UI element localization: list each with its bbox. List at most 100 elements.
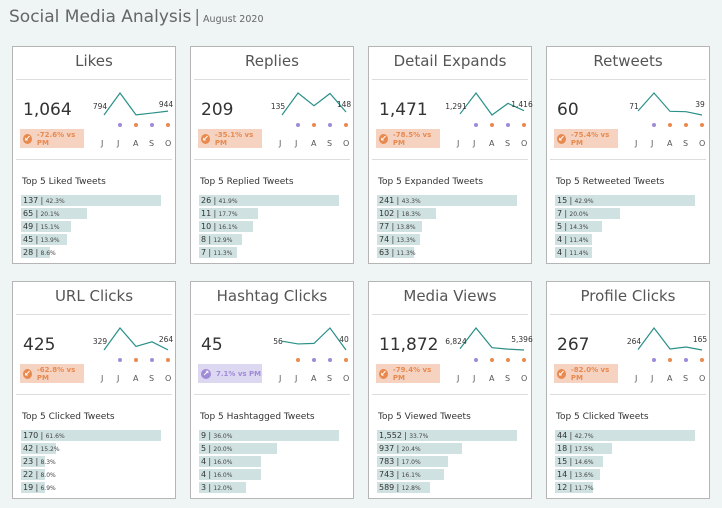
arrow-down-left-icon: ↙ <box>379 133 388 144</box>
tweet-count: 28 <box>23 248 34 257</box>
sparkline-last-label: 148 <box>337 100 352 109</box>
top-tweet-bar[interactable]: 9 | 36.0% <box>199 430 339 441</box>
arrow-up-right-icon: ↗ <box>201 368 211 379</box>
kpi-value: 60 <box>557 100 579 120</box>
month-status-dot <box>166 358 170 362</box>
divider <box>550 394 706 395</box>
top-tweet-bar[interactable]: 74 | 13.3% <box>377 234 420 245</box>
month-label: S <box>505 139 511 148</box>
top-tweet-bar[interactable]: 7 | 20.0% <box>555 208 621 219</box>
tweet-count: 1,552 <box>379 431 402 440</box>
month-status-dot <box>328 358 332 362</box>
month-label: O <box>165 374 172 383</box>
change-text: -75.4% vs PM <box>570 130 610 147</box>
month-label: J <box>457 139 460 148</box>
tweet-count: 102 <box>379 209 395 218</box>
month-label: O <box>521 139 528 148</box>
change-text: -35.1% vs PM <box>214 130 254 147</box>
top-tweet-bar[interactable]: 4 | 16.0% <box>199 456 262 467</box>
top-tweet-bar[interactable]: 3 | 12.0% <box>199 482 246 493</box>
month-label: A <box>133 374 139 383</box>
divider <box>550 159 706 160</box>
top-tweet-bar[interactable]: 241 | 43.3% <box>377 195 517 206</box>
top-tweet-bar[interactable]: 19 | 6.9% <box>21 482 56 493</box>
divider <box>194 394 350 395</box>
tweet-percent: 11.4% <box>569 250 589 257</box>
card-title: Hashtag Clicks <box>216 287 328 305</box>
top-tweet-bar[interactable]: 14 | 13.6% <box>555 469 600 480</box>
page-subtitle: August 2020 <box>203 14 264 25</box>
kpi-value: 425 <box>23 335 56 355</box>
month-status-dot <box>490 358 494 362</box>
top-tweet-bar[interactable]: 65 | 20.1% <box>21 208 88 219</box>
tweet-count: 14 <box>557 470 568 479</box>
change-badge: ↙ -78.5% vs PM <box>376 129 440 148</box>
top-tweet-bar[interactable]: 42 | 15.2% <box>21 443 60 454</box>
tweet-percent: 15.1% <box>40 224 60 231</box>
top-tweet-bar[interactable]: 4 | 11.4% <box>555 247 593 258</box>
top-tweet-bar[interactable]: 7 | 11.3% <box>199 247 237 258</box>
top-tweet-bar[interactable]: 44 | 42.7% <box>555 430 695 441</box>
top-tweet-bar[interactable]: 15 | 42.9% <box>555 195 695 206</box>
top-tweet-bar[interactable]: 45 | 13.9% <box>21 234 67 245</box>
month-status-dot <box>344 123 348 127</box>
top-tweet-bar[interactable]: 63 | 11.3% <box>377 247 416 258</box>
tweet-count: 45 <box>23 235 34 244</box>
top-tweet-bar[interactable]: 5 | 14.3% <box>555 221 602 232</box>
bar-separator: | <box>394 457 402 466</box>
month-status-dot <box>668 123 672 127</box>
top-tweet-bar[interactable]: 137 | 42.3% <box>21 195 161 206</box>
month-status-dot <box>652 358 656 362</box>
top-tweets-title: Top 5 Expanded Tweets <box>378 177 484 187</box>
top-tweet-bar[interactable]: 5 | 20.0% <box>199 443 277 454</box>
page-title: Social Media Analysis <box>9 7 192 27</box>
top-tweet-bar[interactable]: 589 | 12.8% <box>377 482 431 493</box>
top-tweet-bar[interactable]: 102 | 18.3% <box>377 208 437 219</box>
top-tweet-bar[interactable]: 11 | 17.7% <box>199 208 259 219</box>
top-tweet-bar[interactable]: 12 | 11.7% <box>555 482 594 493</box>
top-tweet-bar[interactable]: 77 | 13.8% <box>377 221 422 232</box>
sparkline-last-label: 1,416 <box>511 100 533 109</box>
tweet-count: 63 <box>379 248 390 257</box>
tweet-count: 11 <box>201 209 212 218</box>
top-tweet-bar[interactable]: 1,552 | 33.7% <box>377 430 517 441</box>
divider <box>372 159 528 160</box>
month-label: J <box>101 374 104 383</box>
top-tweet-bar[interactable]: 23 | 8.3% <box>21 456 56 467</box>
top-tweet-bar[interactable]: 26 | 41.9% <box>199 195 339 206</box>
tweet-percent: 20.4% <box>401 446 421 453</box>
tweet-percent: 11.4% <box>569 237 589 244</box>
top-tweet-bar[interactable]: 8 | 12.9% <box>199 234 243 245</box>
arrow-down-left-icon: ↙ <box>557 133 566 144</box>
title-separator: | <box>194 7 201 27</box>
top-tweet-bar[interactable]: 937 | 20.4% <box>377 443 462 454</box>
top-tweet-bar[interactable]: 743 | 16.1% <box>377 469 445 480</box>
change-badge: ↙ -75.4% vs PM <box>554 129 618 148</box>
tweet-percent: 8.3% <box>40 459 56 466</box>
tweet-percent: 14.6% <box>574 459 594 466</box>
month-label: A <box>133 139 139 148</box>
top-tweet-bar[interactable]: 783 | 17.0% <box>377 456 448 467</box>
divider <box>372 314 528 315</box>
tweet-percent: 13.9% <box>40 237 60 244</box>
top-tweet-bar[interactable]: 22 | 8.0% <box>21 469 56 480</box>
top-tweet-bar[interactable]: 4 | 16.0% <box>199 469 262 480</box>
top-tweet-bar[interactable]: 170 | 61.6% <box>21 430 161 441</box>
bar-separator: | <box>394 444 402 453</box>
month-status-dot <box>506 358 510 362</box>
top-tweet-bar[interactable]: 4 | 11.4% <box>555 234 593 245</box>
month-label: A <box>667 374 673 383</box>
tweet-count: 44 <box>557 431 568 440</box>
top-tweet-bar[interactable]: 18 | 17.5% <box>555 443 613 454</box>
tweet-percent: 15.2% <box>40 446 60 453</box>
top-tweet-bar[interactable]: 10 | 16.1% <box>199 221 253 232</box>
top-tweet-bar[interactable]: 49 | 15.1% <box>21 221 72 232</box>
change-text: -78.5% vs PM <box>392 130 432 147</box>
arrow-down-left-icon: ↙ <box>23 133 32 144</box>
kpi-value: 267 <box>557 335 590 355</box>
top-tweet-bar[interactable]: 15 | 14.6% <box>555 456 603 467</box>
month-status-dot <box>328 123 332 127</box>
month-label: O <box>699 139 706 148</box>
month-status-dot <box>700 358 704 362</box>
top-tweet-bar[interactable]: 28 | 8.6% <box>21 247 56 258</box>
